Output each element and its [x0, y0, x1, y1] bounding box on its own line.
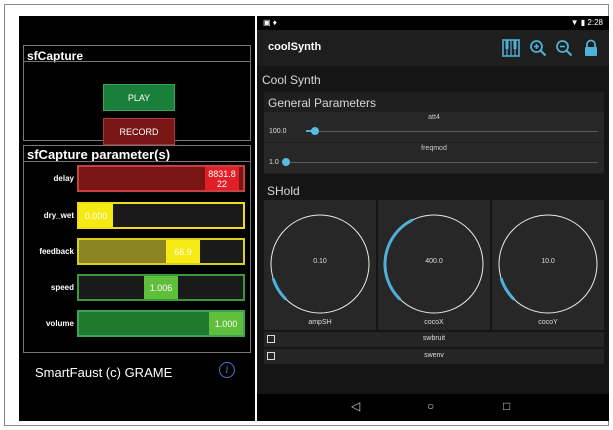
knob-label: ampSH — [308, 319, 332, 326]
notification-icons: ▣ ♦ — [263, 18, 277, 27]
slider-value: 1.0 — [269, 159, 279, 166]
slider-thumb[interactable] — [282, 158, 290, 166]
checkbox-row-swbruit: swbruit — [264, 332, 604, 347]
slider-value: 100.0 — [269, 128, 287, 135]
slider-freqmod[interactable]: freqmod 1.0 — [264, 143, 604, 173]
coolsynth-app: ▣ ♦ ▼ ▮ 2:28 coolSynth Cool Synth Genera… — [257, 16, 609, 421]
parameter-slider[interactable]: 8831.8 22 — [77, 165, 245, 192]
record-button[interactable]: RECORD — [103, 118, 175, 145]
footer-credit: SmartFaust (c) GRAME — [35, 365, 173, 380]
section-title: Cool Synth — [262, 73, 321, 87]
parameters-panel: sfCapture parameter(s) delay 8831.8 22 dry… — [23, 145, 251, 353]
parameter-label: delay — [53, 173, 74, 183]
slider-value: 1.006 — [144, 276, 178, 299]
knob-dial — [383, 214, 484, 314]
sfcapture-app: sfCapture PLAY RECORD sfCapture paramete… — [19, 16, 255, 421]
parameter-slider[interactable]: 0.000 — [77, 202, 245, 229]
slider-value: 1.000 — [209, 312, 243, 335]
parameter-slider[interactable]: 1.000 — [77, 310, 245, 337]
divider — [24, 61, 250, 62]
general-parameters-title: General Parameters — [268, 96, 377, 110]
recents-icon[interactable]: □ — [503, 399, 510, 413]
parameter-label: dry_wet — [43, 210, 74, 220]
knob-ampSH[interactable]: 0.10 ampSH — [264, 200, 376, 330]
knob-level-arc — [271, 277, 287, 301]
navigation-bar: ◁ ○ □ — [257, 394, 609, 421]
divider — [24, 161, 250, 162]
knob-value: 400.0 — [425, 258, 443, 265]
zoom-out-icon[interactable] — [554, 38, 574, 58]
status-bar: ▣ ♦ ▼ ▮ 2:28 — [257, 16, 609, 30]
slider-value: 0.000 — [79, 204, 113, 227]
slider-track — [286, 162, 598, 163]
checkbox-label: swbruit — [422, 335, 446, 342]
keyboard-icon[interactable] — [501, 38, 521, 58]
slider-thumb[interactable] — [310, 127, 319, 135]
status-time: 2:28 — [587, 18, 603, 27]
knob-value: 10.0 — [541, 258, 555, 265]
slider-label: att4 — [428, 114, 440, 121]
parameter-label: speed — [50, 282, 74, 292]
app-title: coolSynth — [268, 41, 322, 53]
parameter-label: volume — [45, 318, 74, 328]
parameter-row-dry-wet: dry_wet 0.000 — [24, 200, 252, 230]
parameter-row-volume: volume 1.000 — [24, 308, 252, 338]
knob-cocoX[interactable]: 400.0 cocoX — [378, 200, 490, 330]
slider-att4[interactable]: att4 100.0 — [264, 112, 604, 142]
parameter-slider[interactable]: 1.006 — [77, 274, 245, 301]
checkbox-label: swenv — [424, 352, 444, 359]
lock-icon[interactable] — [581, 38, 601, 58]
zoom-in-icon[interactable] — [528, 38, 548, 58]
knob-dial — [498, 214, 598, 314]
parameter-row-delay: delay 8831.8 22 — [24, 163, 252, 193]
knob-value: 0.10 — [313, 258, 327, 265]
sfcapture-panel: sfCapture PLAY RECORD — [23, 45, 251, 145]
knob-label: cocoX — [424, 319, 444, 326]
parameter-row-feedback: feedback 66.9 — [24, 236, 252, 266]
home-icon[interactable]: ○ — [427, 399, 434, 413]
back-icon[interactable]: ◁ — [351, 399, 360, 413]
slider-track — [306, 131, 598, 132]
knob-label: cocoY — [538, 319, 558, 326]
parameter-label: feedback — [39, 246, 74, 256]
main-content: Cool Synth General Parameters att4 100.0 f… — [257, 66, 609, 394]
info-icon[interactable]: i — [219, 362, 235, 378]
status-icons: ▼ ▮ 2:28 — [570, 18, 603, 27]
knob-cocoY[interactable]: 10.0 cocoY — [492, 200, 604, 330]
slider-fill — [79, 240, 166, 263]
app-bar: coolSynth — [257, 30, 609, 66]
general-parameters-group: General Parameters att4 100.0 freqmod 1.0 — [264, 92, 604, 174]
slider-value: 8831.8 22 — [205, 167, 239, 190]
parameter-slider[interactable]: 66.9 — [77, 238, 245, 265]
play-button[interactable]: PLAY — [103, 84, 175, 111]
parameters-title: sfCapture parameter(s) — [27, 147, 171, 162]
shold-title: SHold — [267, 184, 300, 198]
slider-label: freqmod — [421, 145, 447, 152]
knob-dial — [270, 214, 370, 314]
parameter-row-speed: speed 1.006 — [24, 272, 252, 302]
checkbox-row-swenv: swenv — [264, 349, 604, 364]
knob-level-arc — [499, 277, 515, 301]
slider-value: 66.9 — [166, 240, 200, 263]
